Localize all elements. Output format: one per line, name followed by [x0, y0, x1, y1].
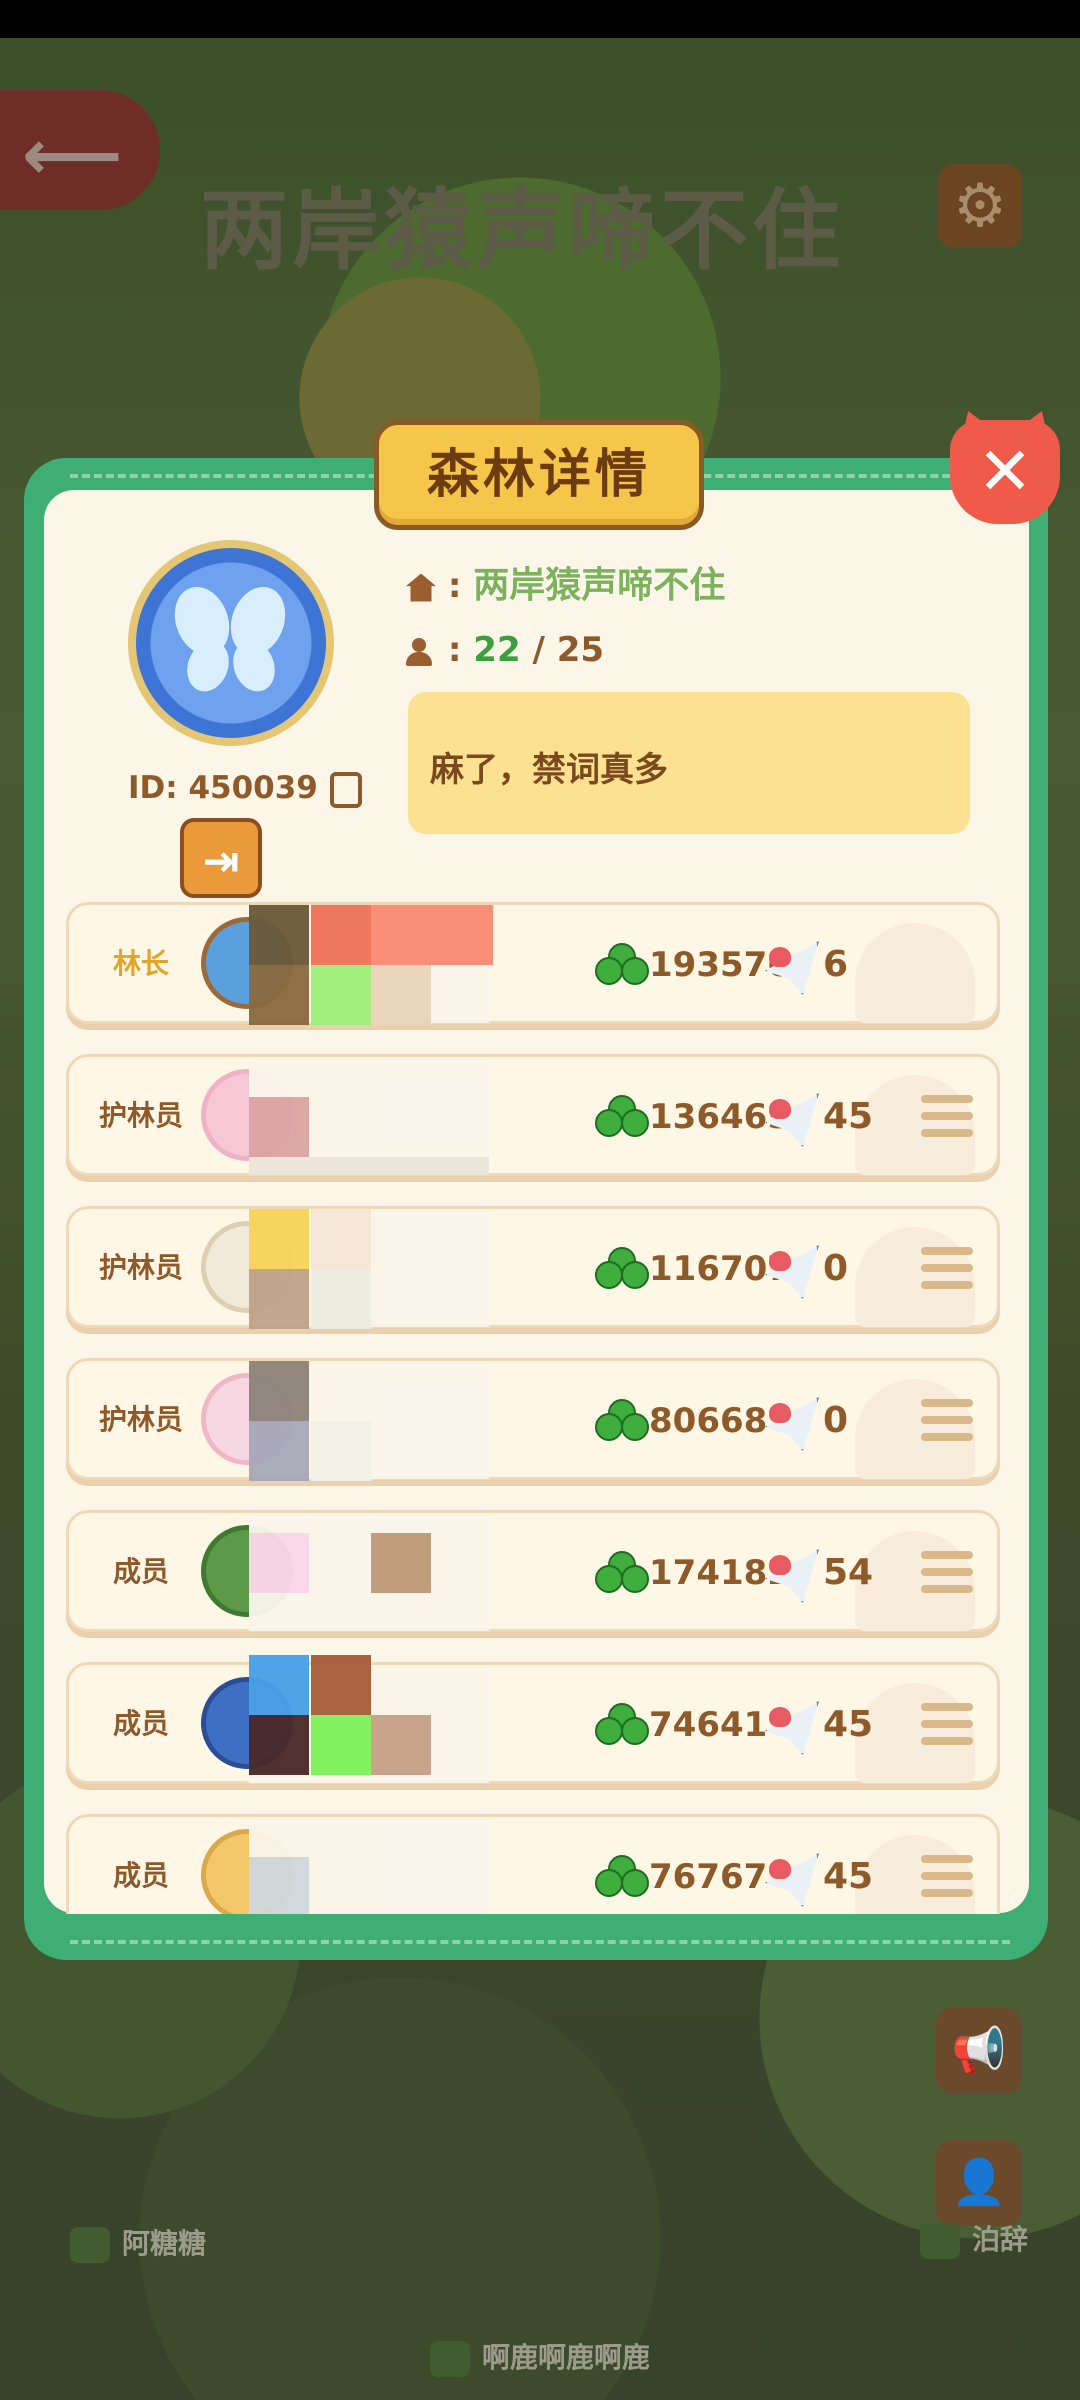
member-role: 成员 [112, 1859, 169, 1892]
clover-icon [595, 1703, 649, 1753]
settings-button[interactable]: ⚙ [938, 164, 1022, 248]
map-label-1[interactable]: 阿糖糖 [70, 2222, 206, 2263]
leaf-icon [70, 2227, 110, 2263]
member-role: 成员 [112, 1707, 169, 1740]
blurred-member-name [249, 1057, 489, 1175]
member-row[interactable]: 林长 193576 6 [66, 902, 1000, 1025]
clover-icon [595, 943, 649, 993]
profile-button[interactable]: 👤 [936, 2140, 1022, 2226]
back-button[interactable]: ⟵ [0, 90, 160, 210]
member-row[interactable]: 护林员 116707 0 [66, 1206, 1000, 1329]
member-score: 76767 [649, 1857, 768, 1897]
map-label-3[interactable]: 啊鹿啊鹿啊鹿 [430, 2336, 650, 2377]
close-icon: ✕ [977, 433, 1033, 510]
member-row[interactable]: 护林员 80668 0 [66, 1358, 1000, 1481]
member-likes: 0 [823, 1248, 849, 1289]
member-role: 护林员 [98, 1251, 183, 1284]
dialog-title-badge: 森林详情 [374, 420, 704, 530]
member-menu-button[interactable] [921, 1551, 973, 1595]
member-score: 74641 [649, 1705, 768, 1745]
paper-plane-heart-icon[interactable] [765, 941, 819, 995]
forest-avatar [128, 540, 334, 746]
butterfly-icon [136, 548, 326, 738]
member-count-current: 22 [473, 630, 521, 670]
paper-plane-heart-icon[interactable] [765, 1397, 819, 1451]
copy-icon[interactable] [329, 771, 362, 808]
clover-icon [595, 1399, 649, 1449]
member-role: 护林员 [98, 1403, 183, 1436]
forest-announcement: 麻了，禁词真多 [408, 692, 970, 834]
paper-plane-heart-icon[interactable] [765, 1549, 819, 1603]
member-row[interactable]: 成员 74641 45 [66, 1655, 1000, 1784]
member-likes: 45 [823, 1096, 874, 1137]
member-list[interactable]: 林长 193576 6 护林员 136465 45 护林员 116707 0 护… [66, 902, 1002, 1914]
member-likes: 0 [823, 1400, 849, 1441]
leaf-icon [430, 2341, 470, 2377]
leaf-icon [920, 2223, 960, 2259]
clover-icon [595, 1855, 649, 1905]
member-likes: 45 [823, 1856, 874, 1897]
member-menu-button[interactable] [921, 1095, 973, 1139]
member-likes: 6 [823, 944, 849, 985]
paper-plane-heart-icon[interactable] [765, 1093, 819, 1147]
member-menu-button[interactable] [921, 1703, 973, 1747]
member-count-max: / 25 [532, 630, 605, 670]
member-role: 林长 [112, 947, 169, 980]
background-forest-title: 两岸猿声啼不住 [200, 179, 845, 282]
member-row[interactable]: 成员 76767 45 [66, 1814, 1000, 1914]
megaphone-icon: 📢 [951, 2025, 1007, 2076]
paper-plane-heart-icon[interactable] [765, 1853, 819, 1907]
blurred-member-name [249, 905, 493, 1025]
member-likes: 45 [823, 1704, 874, 1745]
status-bar [0, 0, 1080, 38]
blurred-member-name [249, 1209, 489, 1329]
back-arrow-icon: ⟵ [22, 114, 123, 196]
blurred-member-name [249, 1817, 489, 1914]
map-label-2[interactable]: 泊辞 [920, 2218, 1028, 2259]
blurred-member-name [249, 1655, 489, 1783]
members-icon [406, 637, 436, 666]
dialog-title: 森林详情 [426, 445, 651, 505]
member-menu-button[interactable] [921, 1855, 973, 1899]
close-button[interactable]: ✕ [950, 420, 1060, 524]
clover-icon [595, 1247, 649, 1297]
exit-icon: ⇥ [202, 836, 240, 887]
blurred-member-name [249, 1513, 489, 1631]
forest-name: 两岸猿声啼不住 [473, 565, 726, 606]
leave-forest-button[interactable]: ⇥ [180, 818, 262, 898]
member-likes: 54 [823, 1552, 874, 1593]
paper-plane-heart-icon[interactable] [765, 1245, 819, 1299]
member-count-row: : 22 / 25 [406, 630, 604, 670]
clover-icon [595, 1551, 649, 1601]
member-role: 成员 [112, 1555, 169, 1588]
member-row[interactable]: 成员 174182 54 [66, 1510, 1000, 1632]
forest-id: ID: 450039 [128, 770, 362, 808]
blurred-member-name [249, 1361, 489, 1481]
home-icon [406, 573, 436, 602]
broadcast-button[interactable]: 📢 [936, 2008, 1022, 2094]
member-role: 护林员 [98, 1099, 183, 1132]
gear-icon: ⚙ [953, 171, 1007, 241]
member-menu-button[interactable] [921, 1399, 973, 1443]
panel-bottom-dash [70, 1940, 1010, 1944]
person-icon: 👤 [951, 2157, 1007, 2208]
member-menu-button[interactable] [921, 1247, 973, 1291]
member-score: 80668 [649, 1401, 768, 1441]
paper-plane-heart-icon[interactable] [765, 1701, 819, 1755]
forest-name-row: : 两岸猿声啼不住 [406, 556, 725, 608]
clover-icon [595, 1095, 649, 1145]
member-row[interactable]: 护林员 136465 45 [66, 1054, 1000, 1176]
